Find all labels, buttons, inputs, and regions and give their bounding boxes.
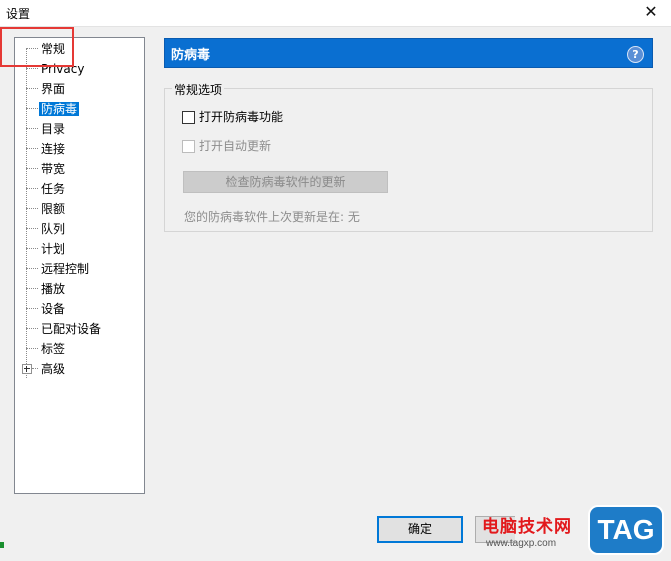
tree-connector <box>26 268 38 269</box>
tree-item-connection[interactable]: 连接 <box>15 139 135 159</box>
tree-connector <box>26 148 38 149</box>
tree-item-schedule[interactable]: 计划 <box>15 239 135 259</box>
tree-item-label: 常规 <box>41 42 66 56</box>
tree-connector <box>26 348 38 349</box>
tree-item-label: 任务 <box>41 182 66 196</box>
tree-item-interface[interactable]: 界面 <box>15 79 135 99</box>
tree-item-labels[interactable]: 标签 <box>15 339 135 359</box>
watermark-brand: 电脑技术网 <box>482 517 572 536</box>
tree-item-label: 限额 <box>41 202 66 216</box>
tree-item-bandwidth[interactable]: 带宽 <box>15 159 135 179</box>
tree-item-devices[interactable]: 设备 <box>15 299 135 319</box>
tree-connector <box>26 68 38 69</box>
tree-item-remote-control[interactable]: 远程控制 <box>15 259 135 279</box>
tree-connector <box>26 108 38 109</box>
tag-logo: TAG <box>588 505 664 555</box>
tree-item-playback[interactable]: 播放 <box>15 279 135 299</box>
tree-item-limits[interactable]: 限额 <box>15 199 135 219</box>
last-update-text: 您的防病毒软件上次更新是在: 无 <box>184 210 360 224</box>
tree-item-paired-devices[interactable]: 已配对设备 <box>15 319 135 339</box>
tree-item-label: 设备 <box>41 302 66 316</box>
tree-item-tasks[interactable]: 任务 <box>15 179 135 199</box>
tree-connector <box>26 288 38 289</box>
tree-item-label: 带宽 <box>41 162 66 176</box>
tree-connector <box>26 88 38 89</box>
tree-item-label: 高级 <box>41 362 66 376</box>
tree-item-label: 播放 <box>41 282 66 296</box>
close-icon[interactable]: ✕ <box>641 2 661 22</box>
checkbox-box[interactable] <box>182 140 195 153</box>
window-title: 设置 <box>6 7 31 21</box>
tree-connector <box>26 308 38 309</box>
tree-item-antivirus[interactable]: 防病毒 <box>15 99 135 119</box>
tree-item-label: 目录 <box>41 122 66 136</box>
tree-item-directories[interactable]: 目录 <box>15 119 135 139</box>
tree-item-label: 计划 <box>41 242 66 256</box>
tree-item-label: 队列 <box>41 222 66 236</box>
panel-title: 防病毒 <box>171 48 211 63</box>
tree-item-label: 连接 <box>41 142 66 156</box>
tree-item-label: 远程控制 <box>41 262 90 276</box>
checkbox-box[interactable] <box>182 111 195 124</box>
ok-button[interactable]: 确定 <box>377 516 463 543</box>
tree-item-queue[interactable]: 队列 <box>15 219 135 239</box>
watermark-url: www.tagxp.com <box>486 538 557 549</box>
tree-connector <box>26 328 38 329</box>
tree-item-general[interactable]: 常规 <box>15 39 135 59</box>
tree-item-label: 界面 <box>41 82 66 96</box>
tree-connector <box>32 368 38 369</box>
tree-item-advanced[interactable]: 高级 <box>15 359 135 379</box>
group-title: 常规选项 <box>172 81 225 98</box>
tree-item-label: 已配对设备 <box>41 322 102 336</box>
tree-item-label: 标签 <box>41 342 66 356</box>
tree-item-label: 防病毒 <box>39 102 80 116</box>
title-bar: 设置 ✕ <box>0 0 671 26</box>
tree-connector <box>26 48 38 49</box>
expand-plus-icon[interactable] <box>22 364 32 374</box>
tree-connector <box>26 248 38 249</box>
tree-connector <box>26 128 38 129</box>
help-icon[interactable]: ? <box>627 46 644 63</box>
window-edge-marker <box>0 542 4 548</box>
checkbox-label: 打开自动更新 <box>199 139 272 153</box>
tree-item-label: Privacy <box>41 62 85 76</box>
tree-connector <box>26 188 38 189</box>
checkbox-label: 打开防病毒功能 <box>199 110 284 124</box>
tree-item-privacy[interactable]: Privacy <box>15 59 135 79</box>
tree-connector <box>26 208 38 209</box>
check-updates-button[interactable]: 检查防病毒软件的更新 <box>183 171 388 193</box>
tree-connector <box>26 228 38 229</box>
settings-tree[interactable]: 常规 Privacy 界面 防病毒 目录 连接 带宽 任务 限额 队列 计划 远… <box>14 37 145 494</box>
tree-connector <box>26 168 38 169</box>
panel-header: 防病毒 ? <box>164 38 653 68</box>
